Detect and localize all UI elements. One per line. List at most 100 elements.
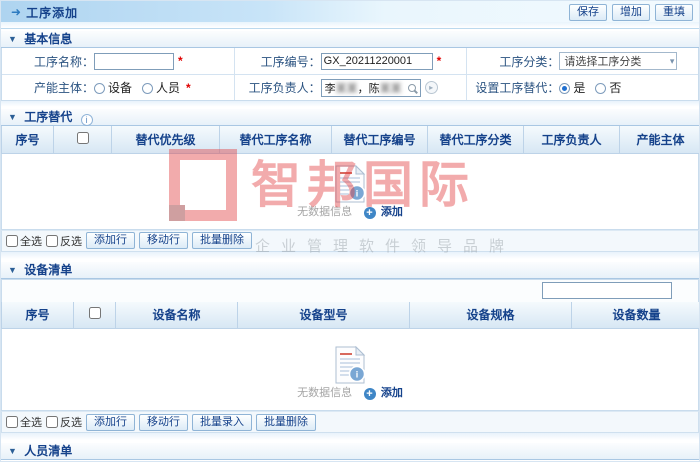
title-arrow-icon: ➜ [11, 5, 21, 19]
select-all-label[interactable]: 全选 [6, 414, 42, 430]
section-substitute-title: 工序替代 [24, 110, 72, 124]
col-equip-model: 设备型号 [238, 302, 410, 329]
process-name-label: 工序名称： [2, 53, 94, 70]
reset-button[interactable]: 重填 [655, 4, 693, 21]
invert-select-label[interactable]: 反选 [46, 414, 82, 430]
section-basic-info-header[interactable]: ▼ 基本信息 [1, 31, 699, 48]
process-no-input[interactable] [321, 53, 433, 70]
equipment-filter-row [1, 279, 699, 302]
empty-state: i 无数据信息 + 添加 [2, 165, 698, 221]
redacted-name: 某某 [380, 80, 402, 96]
process-name-input[interactable] [94, 53, 174, 70]
substitute-table-footer: 全选 反选 添加行 移动行 批量删除 [1, 230, 699, 252]
col-seq: 序号 [2, 126, 54, 153]
add-row-icon[interactable]: + [364, 388, 376, 400]
add-row-icon[interactable]: + [364, 207, 376, 219]
col-sub-category: 替代工序分类 [428, 126, 524, 153]
search-icon[interactable] [408, 84, 417, 93]
no-data-text: 无数据信息 [297, 387, 352, 399]
move-row-button[interactable]: 移动行 [139, 414, 188, 431]
basic-info-form: 工序名称： * 工序编号： * 工序分类： 请选择工序分类 ▾ [1, 48, 699, 101]
no-data-text: 无数据信息 [297, 206, 352, 218]
section-equipment-title: 设备清单 [24, 263, 72, 277]
add-row-button[interactable]: 添加行 [86, 414, 135, 431]
invert-select-label[interactable]: 反选 [46, 233, 82, 249]
add-row-link[interactable]: 添加 [381, 206, 403, 218]
radio-equipment-icon[interactable] [94, 83, 105, 94]
add-row-link[interactable]: 添加 [381, 387, 403, 399]
collapse-triangle-icon: ▼ [8, 109, 17, 126]
substitute-table-body: i 无数据信息 + 添加 [1, 154, 699, 230]
col-manager: 工序负责人 [524, 126, 620, 153]
svg-text:i: i [356, 188, 359, 198]
capacity-option-equipment[interactable]: 设备 [94, 79, 132, 96]
process-no-label: 工序编号： [235, 53, 321, 70]
equipment-filter-input[interactable] [542, 282, 672, 299]
col-sub-name: 替代工序名称 [220, 126, 332, 153]
add-button[interactable]: 增加 [612, 4, 650, 21]
radio-no-icon[interactable] [595, 83, 606, 94]
page-title: 工序添加 [26, 4, 78, 21]
category-selected-value: 请选择工序分类 [564, 53, 641, 69]
category-label: 工序分类： [467, 53, 559, 70]
select-all-checkbox[interactable] [6, 416, 18, 428]
substitute-label: 设置工序替代： [467, 79, 559, 96]
manager-label: 工序负责人： [235, 79, 321, 96]
col-checkbox [74, 302, 116, 329]
select-person-icon[interactable]: ▸ [425, 81, 438, 94]
section-substitute-header[interactable]: ▼ 工序替代 i [1, 109, 699, 126]
collapse-triangle-icon: ▼ [8, 443, 17, 460]
svg-text:i: i [356, 370, 359, 380]
select-all-checkbox[interactable] [89, 307, 101, 319]
batch-delete-button[interactable]: 批量删除 [192, 232, 252, 249]
titlebar-buttons: 保存 增加 重填 [569, 4, 693, 21]
select-all-checkbox[interactable] [6, 235, 18, 247]
invert-select-checkbox[interactable] [46, 416, 58, 428]
batch-entry-button[interactable]: 批量录入 [192, 414, 252, 431]
col-sub-no: 替代工序编号 [332, 126, 428, 153]
section-basic-info-title: 基本信息 [24, 32, 72, 46]
section-personnel-title: 人员清单 [24, 444, 72, 458]
required-asterisk: * [178, 54, 183, 68]
empty-state: i 无数据信息 + 添加 [2, 346, 698, 402]
section-personnel-header[interactable]: ▼ 人员清单 [1, 443, 699, 460]
info-icon[interactable]: i [81, 114, 93, 126]
radio-person-icon[interactable] [142, 83, 153, 94]
col-capacity: 产能主体 [620, 126, 700, 153]
col-seq: 序号 [2, 302, 74, 329]
col-priority: 替代优先级 [112, 126, 220, 153]
equipment-table-body: i 无数据信息 + 添加 [1, 329, 699, 411]
select-all-checkbox[interactable] [77, 132, 89, 144]
substitute-option-yes[interactable]: 是 [559, 79, 585, 96]
process-add-page: ➜ 工序添加 保存 增加 重填 ▼ 基本信息 工序名称： * 工序编号： [0, 0, 700, 462]
invert-select-checkbox[interactable] [46, 235, 58, 247]
title-bar: ➜ 工序添加 保存 增加 重填 [1, 1, 699, 23]
batch-delete-button[interactable]: 批量删除 [256, 414, 316, 431]
capacity-label: 产能主体： [2, 79, 94, 96]
no-data-document-icon: i [333, 346, 367, 384]
move-row-button[interactable]: 移动行 [139, 232, 188, 249]
radio-yes-icon[interactable] [559, 83, 570, 94]
save-button[interactable]: 保存 [569, 4, 607, 21]
substitute-table: 序号 替代优先级 替代工序名称 替代工序编号 替代工序分类 工序负责人 产能主体 [1, 126, 700, 154]
substitute-option-no[interactable]: 否 [595, 79, 621, 96]
equipment-table-footer: 全选 反选 添加行 移动行 批量录入 批量删除 [1, 411, 699, 433]
col-equip-qty: 设备数量 [572, 302, 700, 329]
no-data-document-icon: i [333, 165, 367, 203]
manager-input[interactable]: 李 某某 ，陈 某某 [321, 79, 421, 97]
collapse-triangle-icon: ▼ [8, 262, 17, 279]
chevron-down-icon: ▾ [670, 56, 675, 67]
col-equip-spec: 设备规格 [410, 302, 572, 329]
required-asterisk: * [186, 81, 191, 95]
capacity-option-person[interactable]: 人员 [142, 79, 180, 96]
col-equip-name: 设备名称 [116, 302, 238, 329]
equipment-table: 序号 设备名称 设备型号 设备规格 设备数量 [1, 302, 700, 330]
col-checkbox [54, 126, 112, 153]
select-all-label[interactable]: 全选 [6, 233, 42, 249]
redacted-name: 某某 [336, 80, 358, 96]
add-row-button[interactable]: 添加行 [86, 232, 135, 249]
collapse-triangle-icon: ▼ [8, 31, 17, 48]
required-asterisk: * [437, 54, 442, 68]
section-equipment-header[interactable]: ▼ 设备清单 [1, 262, 699, 279]
category-select[interactable]: 请选择工序分类 ▾ [559, 52, 677, 70]
